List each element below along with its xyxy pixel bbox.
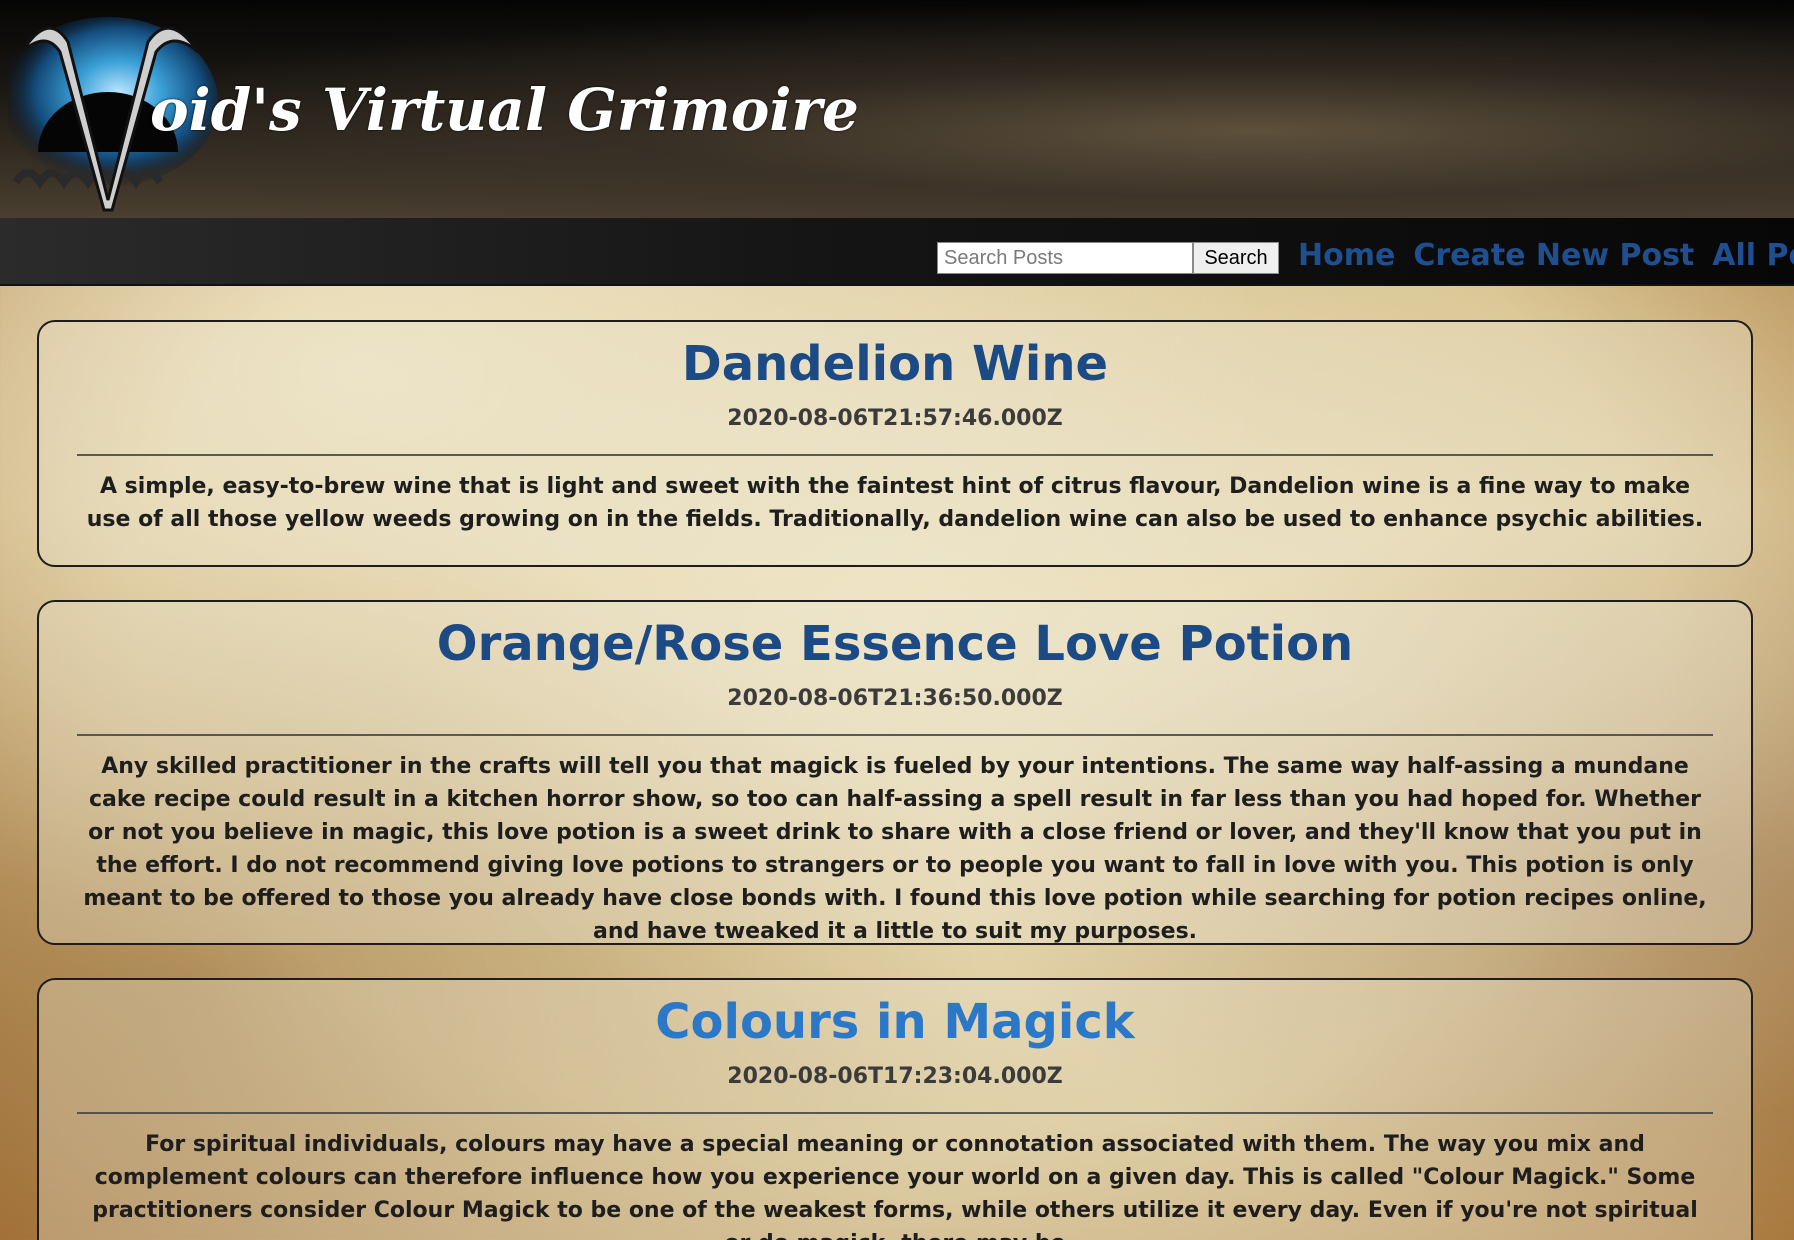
post-excerpt: A simple, easy-to-brew wine that is ligh… bbox=[86, 474, 1704, 532]
post-title[interactable]: Colours in Magick bbox=[39, 990, 1751, 1054]
nav-links: Home Create New Post All Posts bbox=[1298, 236, 1794, 276]
nav-link-create-new-post[interactable]: Create New Post bbox=[1413, 236, 1694, 276]
post-excerpt: For spiritual individuals, colours may h… bbox=[92, 1132, 1698, 1240]
post-date: 2020-08-06T21:57:46.000Z bbox=[727, 406, 1063, 431]
nav-link-home[interactable]: Home bbox=[1298, 236, 1395, 276]
post-date: 2020-08-06T21:36:50.000Z bbox=[727, 686, 1063, 711]
site-header: oid's Virtual Grimoire bbox=[0, 0, 1794, 218]
post-card[interactable]: Orange/Rose Essence Love Potion 2020-08-… bbox=[37, 600, 1753, 945]
post-divider bbox=[77, 1112, 1713, 1114]
post-excerpt: Any skilled practitioner in the crafts w… bbox=[83, 754, 1707, 944]
search-input[interactable] bbox=[937, 242, 1193, 274]
post-title[interactable]: Orange/Rose Essence Love Potion bbox=[39, 612, 1751, 676]
post-title[interactable]: Dandelion Wine bbox=[39, 332, 1751, 396]
nav-link-all-posts[interactable]: All Posts bbox=[1712, 236, 1794, 276]
post-divider bbox=[77, 454, 1713, 456]
navbar: Search Home Create New Post All Posts bbox=[0, 218, 1794, 286]
post-card[interactable]: Dandelion Wine 2020-08-06T21:57:46.000Z … bbox=[37, 320, 1753, 567]
search-button[interactable]: Search bbox=[1193, 242, 1279, 274]
post-date: 2020-08-06T17:23:04.000Z bbox=[727, 1064, 1063, 1089]
site-title[interactable]: oid's Virtual Grimoire bbox=[150, 76, 859, 144]
post-divider bbox=[77, 734, 1713, 736]
post-card[interactable]: Colours in Magick 2020-08-06T17:23:04.00… bbox=[37, 978, 1753, 1240]
